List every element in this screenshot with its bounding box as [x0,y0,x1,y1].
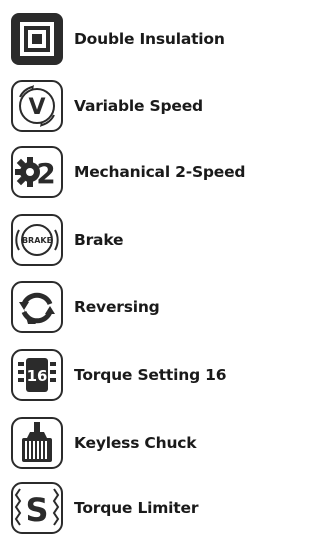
legend-item-reversing: Reversing [10,280,256,334]
legend-label: Torque Limiter [74,499,199,517]
reversing-icon [10,280,64,334]
svg-text:2: 2 [36,157,55,190]
legend-label: Reversing [74,298,160,316]
legend-label: Torque Setting 16 [74,366,227,384]
mechanical-2-speed-icon: 2 [10,145,64,199]
legend-item-double-insulation: Double Insulation [10,12,256,66]
variable-speed-icon: V [10,79,64,133]
legend-item-torque-setting: 16 Torque Setting 16 [10,348,256,402]
torque-setting-icon: 16 [10,348,64,402]
legend-item-keyless-chuck: Keyless Chuck [10,416,256,470]
svg-text:V: V [28,95,45,120]
legend-label: Variable Speed [74,97,203,115]
torque-limiter-icon: S [10,481,64,535]
legend-item-torque-limiter: S Torque Limiter [10,481,256,535]
svg-text:BRAKE: BRAKE [22,236,52,245]
legend-item-mechanical-2-speed: 2 Mechanical 2-Speed [10,145,256,199]
legend-item-brake: BRAKE Brake [10,213,256,267]
svg-text:16: 16 [27,367,48,385]
brake-icon: BRAKE [10,213,64,267]
legend-item-variable-speed: V Variable Speed [10,79,256,133]
feature-legend: Double Insulation V Variable Speed 2 Mec… [0,0,256,537]
legend-label: Brake [74,231,124,249]
keyless-chuck-icon [10,416,64,470]
double-insulation-icon [10,12,64,66]
legend-label: Double Insulation [74,30,225,48]
legend-label: Keyless Chuck [74,434,197,452]
svg-text:S: S [25,491,48,529]
legend-label: Mechanical 2-Speed [74,163,246,181]
